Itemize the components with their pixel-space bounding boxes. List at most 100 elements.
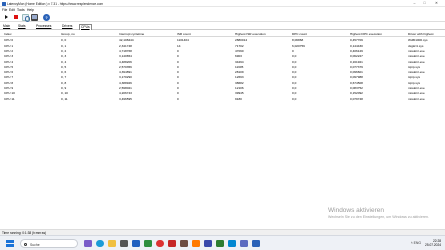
table-cell: 0,674508	[350, 80, 363, 85]
col-driver[interactable]: Driver with highest	[408, 32, 433, 36]
table-cell: dxgkrnl.sys	[408, 43, 424, 48]
table-cell: ntoskrnl.exe	[408, 70, 425, 75]
maximize-button[interactable]: □	[420, 0, 429, 7]
table-cell: tcpip.sys	[408, 75, 421, 80]
app-icon-brown[interactable]	[180, 239, 188, 247]
table-cell: 0, 8	[61, 80, 67, 85]
options-icon[interactable]	[31, 13, 38, 21]
tab-processes[interactable]: Processes	[35, 24, 52, 30]
col-highest-isr[interactable]: Highest ISR execution	[235, 32, 266, 36]
toolbar: ?	[0, 12, 445, 22]
minimize-button[interactable]: –	[410, 0, 419, 7]
table-cell: 2880014	[235, 38, 248, 43]
table-cell: 0,161921	[350, 59, 363, 64]
app-icon-indigo[interactable]	[204, 239, 212, 247]
start-icon[interactable]	[3, 14, 10, 21]
table-cell: 0, 6	[61, 70, 67, 75]
app-icon-darkgreen[interactable]	[216, 239, 224, 247]
app-icon-blue[interactable]	[228, 239, 236, 247]
table-cell: ntoskrnl.exe	[408, 54, 425, 59]
table-cell: 0	[177, 54, 179, 59]
table-cell: 6,020759	[292, 43, 305, 48]
table-cell: 0	[177, 64, 179, 69]
table-row[interactable]: CPU 11 0, 11 3,496595 0 9180 0,0 0,079748 ntosk…	[0, 96, 445, 101]
app-icon-slate[interactable]	[240, 239, 248, 247]
table-cell: 0, 7	[61, 75, 67, 80]
table-cell: tcpip.sys	[408, 80, 421, 85]
activation-watermark-title: Windows aktivieren	[328, 207, 384, 214]
task-view-icon[interactable]	[84, 239, 92, 247]
table-cell: 39945	[235, 91, 244, 96]
clock-date: 25.07.2024	[425, 243, 441, 247]
table-cell: 4,488206	[119, 59, 132, 64]
table-cell: 0,0	[292, 75, 297, 80]
table-cell: CPU 0	[4, 38, 14, 43]
app-icon-green[interactable]	[144, 239, 152, 247]
table-cell: 4,394891	[119, 70, 132, 75]
start-button[interactable]	[6, 239, 14, 248]
col-group[interactable]: Group, no	[61, 32, 75, 36]
table-cell: 12693	[235, 75, 244, 80]
tray-icons[interactable]: ˄ ENG	[411, 241, 421, 245]
title-bar: LatencyMon (Home Edition ) v 7.31 - http…	[0, 0, 445, 7]
col-highest-dpc[interactable]: Highest DPC execution	[350, 32, 382, 36]
close-button[interactable]: ✕	[432, 0, 441, 7]
taskbar-search[interactable]: Suche	[20, 239, 78, 248]
help-icon[interactable]: ?	[43, 13, 50, 21]
table-cell: 0, 3	[61, 54, 67, 59]
stop-icon[interactable]	[12, 14, 19, 21]
taskbar: Suche ˄ ENG 22:28 25.07.2024	[0, 235, 445, 250]
tab-cpus[interactable]: CPUs	[79, 24, 92, 30]
table-cell: 1101404	[177, 38, 189, 43]
table-cell: 0,0	[292, 70, 297, 75]
table-cell: 0, 9	[61, 86, 67, 91]
table-cell: 0,406129	[350, 48, 363, 53]
table-cell: 47090	[235, 48, 244, 53]
table-cell: CPU 5	[4, 64, 14, 69]
clock[interactable]: 22:28 25.07.2024	[425, 239, 441, 248]
table-header: Index Group, no Interrupt cycletime ISR …	[0, 31, 445, 37]
opera-icon[interactable]	[156, 239, 164, 247]
table-cell: ntoskrnl.exe	[408, 96, 425, 101]
tab-drivers[interactable]: Drivers	[61, 24, 73, 30]
store-icon[interactable]	[120, 239, 128, 247]
table-cell: 0	[177, 86, 179, 91]
col-isr-count[interactable]: ISR count	[177, 32, 191, 36]
file-explorer-icon[interactable]	[108, 239, 116, 247]
table-cell: 3,496595	[119, 96, 132, 101]
app-icon-orange[interactable]	[192, 239, 200, 247]
table-cell: 0	[292, 48, 294, 53]
table-cell: 0,0	[292, 91, 297, 96]
table-cell: 0,077379	[350, 64, 363, 69]
table-cell: 3,170290	[119, 75, 132, 80]
col-dpc-count[interactable]: DPC count	[292, 32, 307, 36]
table-cell: 0,0	[292, 80, 297, 85]
table-cell: 2,570356	[119, 64, 132, 69]
table-cell: 11605	[235, 64, 244, 69]
table-cell: 0,0	[292, 64, 297, 69]
edge-icon[interactable]	[96, 239, 104, 247]
col-index[interactable]: Index	[4, 32, 12, 36]
table-cell: 0	[177, 96, 179, 101]
table-cell: 14	[177, 43, 181, 48]
table-cell: 0,0	[292, 96, 297, 101]
table-cell: 2,598021	[119, 86, 132, 91]
reset-icon[interactable]	[22, 13, 30, 22]
table-cell: 0, 10	[61, 91, 68, 96]
table-cell: ntoskrnl.exe	[408, 48, 425, 53]
table-cell: Wdf01000.sys	[408, 38, 428, 43]
table-cell: 0,097988	[350, 75, 363, 80]
table-cell: 0, 2	[61, 48, 67, 53]
table-cell: CPU 11	[4, 96, 15, 101]
tab-stats[interactable]: Stats	[17, 24, 27, 30]
app-icon-red[interactable]	[168, 239, 176, 247]
col-interrupt-cycletime[interactable]: Interrupt cycletime	[119, 32, 144, 36]
tab-main[interactable]: Main	[2, 24, 11, 30]
table-cell: 0, 11	[61, 96, 68, 101]
table-cell: CPU 2	[4, 48, 14, 53]
mail-icon[interactable]	[132, 239, 140, 247]
table-cell: 0	[177, 91, 179, 96]
latencymon-taskbar-icon[interactable]	[252, 239, 260, 247]
cpu-table: Index Group, no Interrupt cycletime ISR …	[0, 31, 445, 226]
table-cell: 4,718768	[119, 48, 132, 53]
